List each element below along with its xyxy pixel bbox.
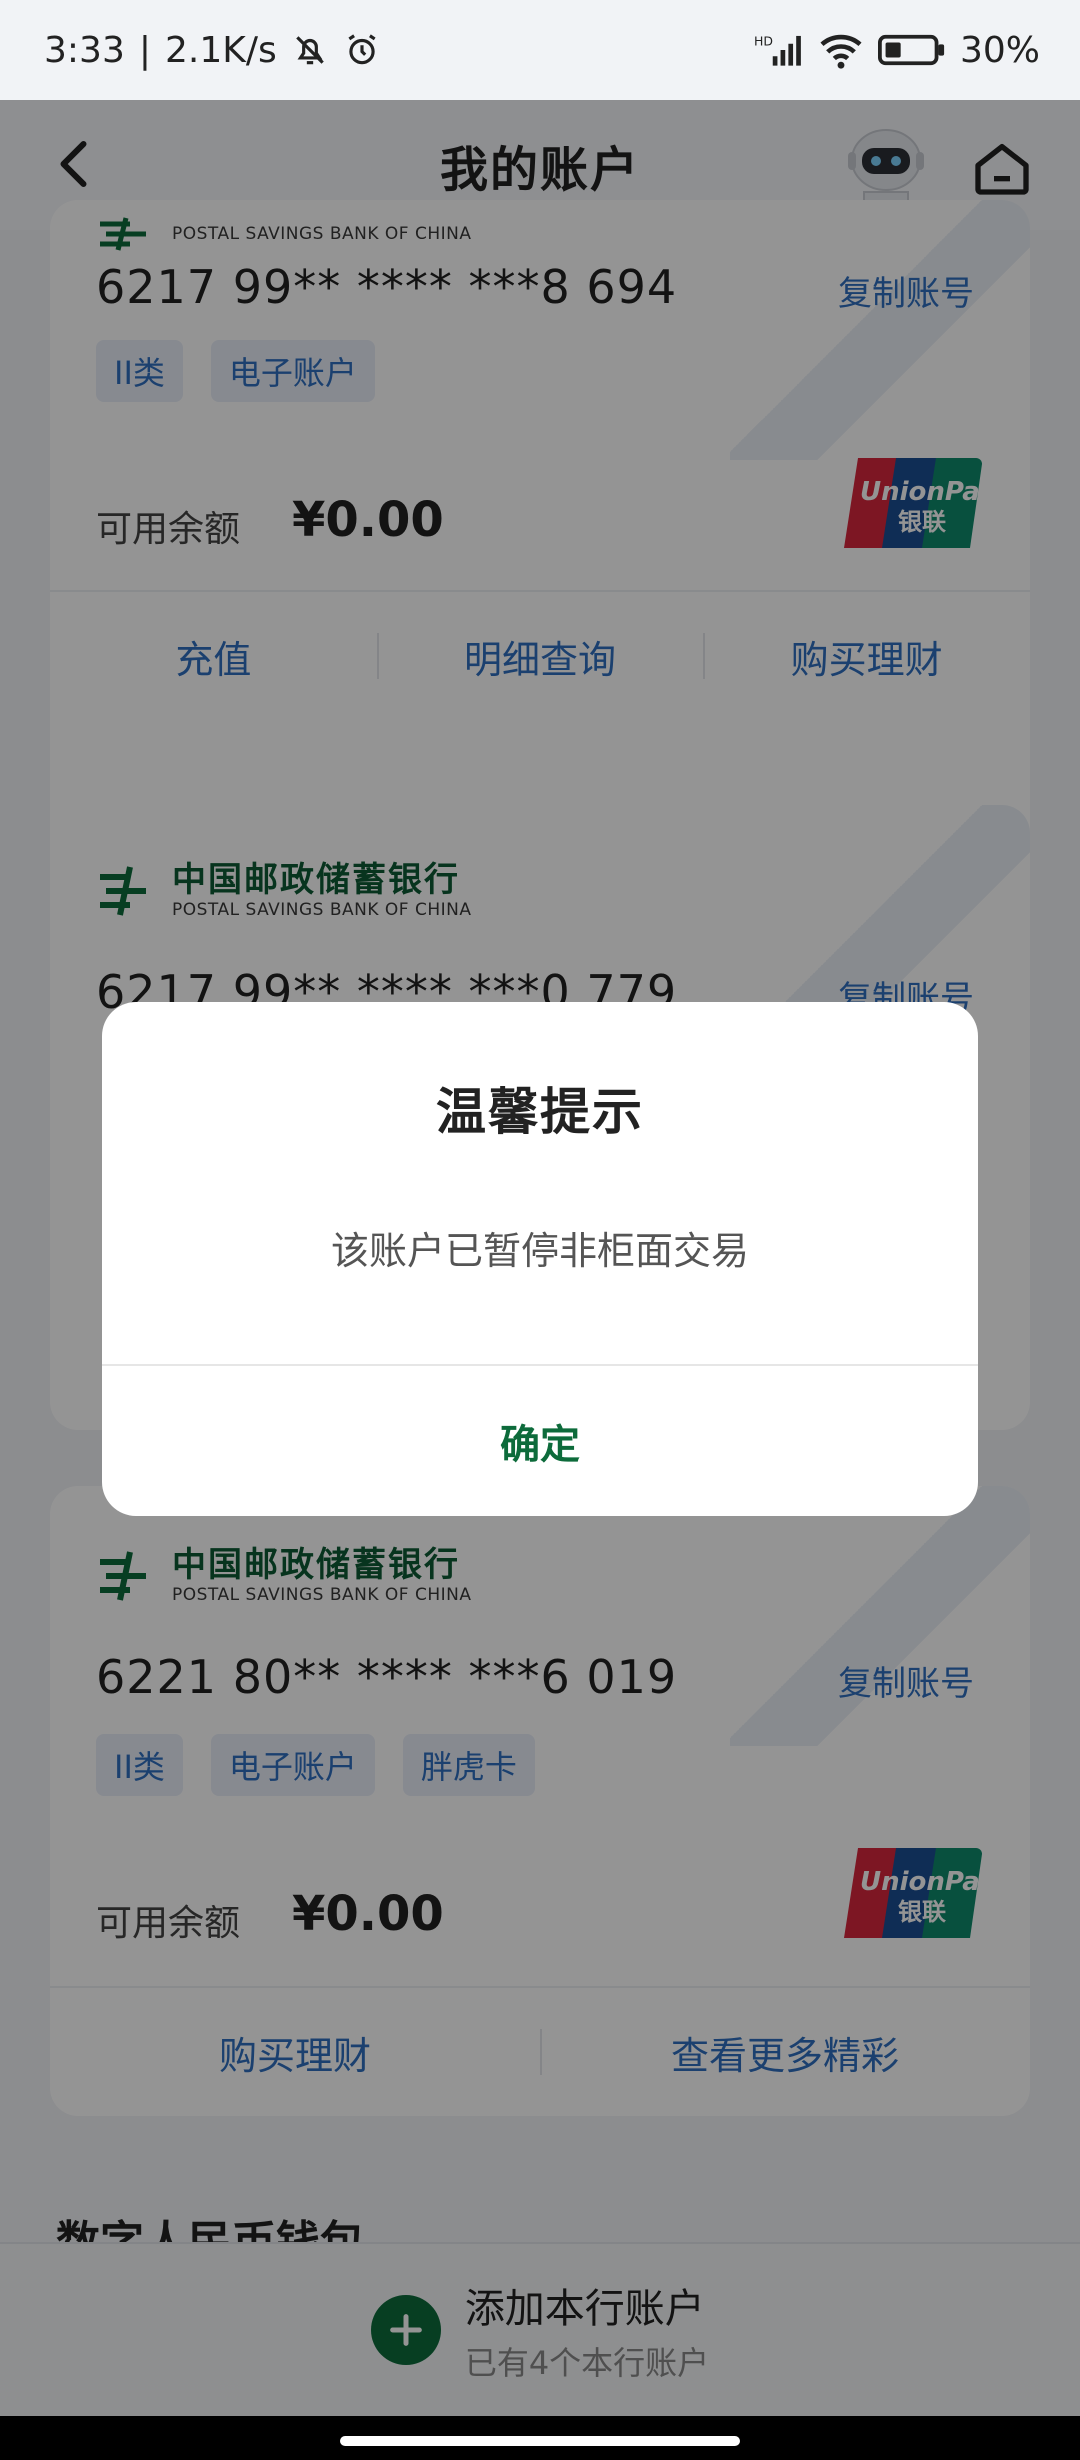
status-battery-percent: 30% [959,29,1040,71]
confirm-button[interactable]: 确定 [102,1366,978,1516]
dialog-message: 该账户已暂停非柜面交易 [330,1229,749,1273]
status-right: HD 30% [754,30,1040,71]
battery-icon [877,32,946,68]
status-left: 3:33 | 2.1K/s [44,30,381,71]
home-indicator[interactable] [340,2436,740,2446]
status-separator: | [138,29,151,71]
status-time: 3:33 [44,29,125,71]
dialog-title: 温馨提示 [436,1083,644,1141]
svg-text:HD: HD [754,33,773,48]
hd-signal-icon: HD [754,31,804,69]
alarm-icon [343,31,381,69]
bell-off-icon [291,31,329,69]
alert-dialog: 温馨提示 该账户已暂停非柜面交易 确定 [102,1002,978,1516]
wifi-icon [818,31,864,69]
status-bar: 3:33 | 2.1K/s HD 30% [0,0,1080,100]
status-network-speed: 2.1K/s [164,29,277,71]
